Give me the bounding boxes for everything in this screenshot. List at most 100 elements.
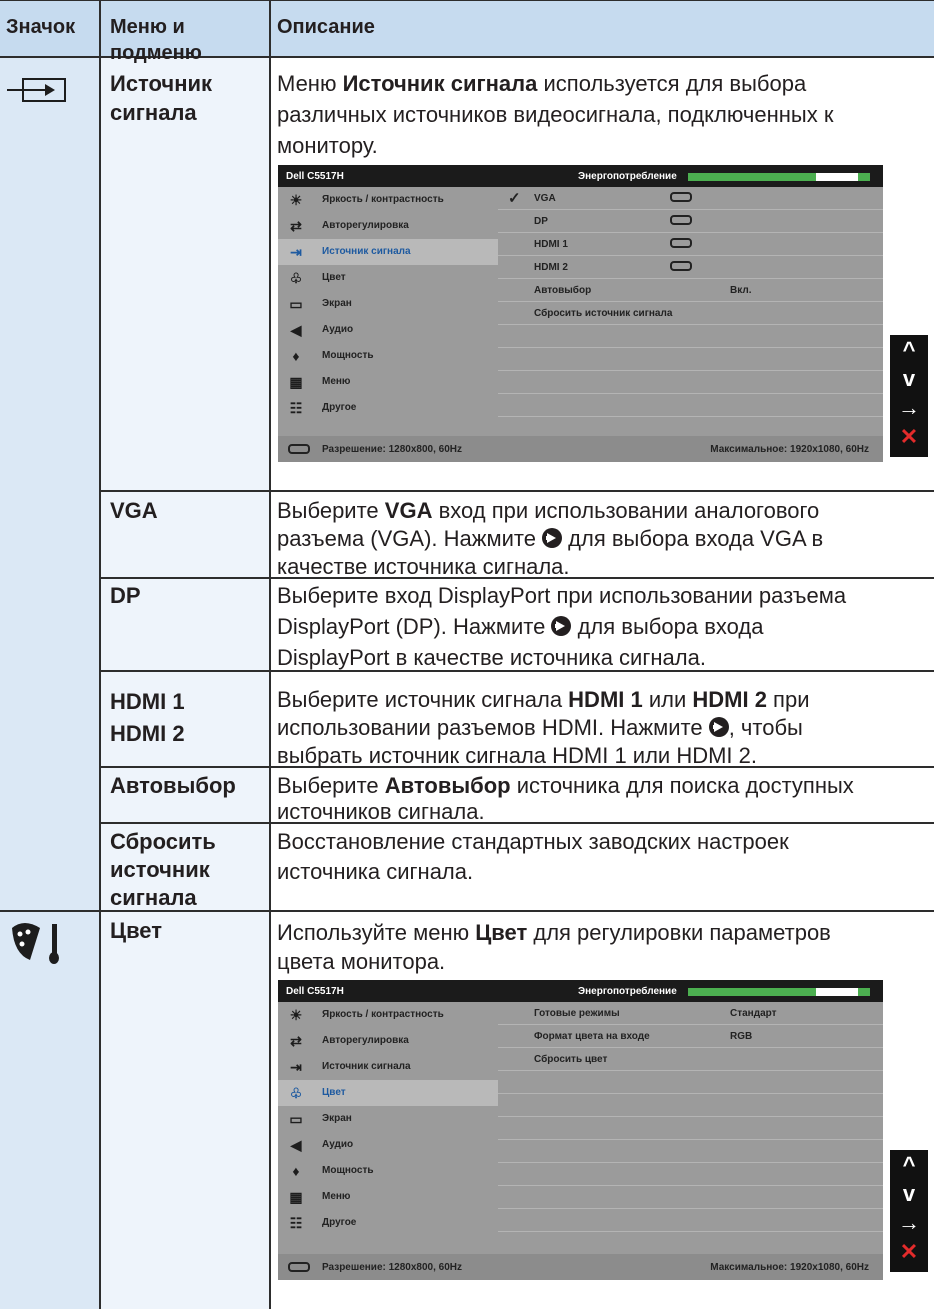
osd-option-color-format[interactable]: Формат цвета на входе RGB	[498, 1025, 883, 1048]
osd-title-bar: Dell C5517H Энергопотребление	[278, 980, 883, 1002]
hdmi-connector-icon	[670, 261, 692, 271]
source-description-3: монитору.	[277, 133, 378, 158]
audio-icon: ◀	[290, 1137, 302, 1153]
osd-empty-row	[498, 1209, 883, 1232]
dp-description: Выберите вход DisplayPort при использова…	[277, 583, 847, 608]
osd-menu-item[interactable]: ♧ Цвет	[278, 265, 498, 291]
osd-menu-item-selected[interactable]: ♧ Цвет	[278, 1080, 498, 1106]
osd-empty-row	[498, 325, 883, 348]
menu-hdmi1-label: HDMI 1	[110, 689, 185, 714]
menu-source-label: Источник	[110, 71, 213, 96]
osd-menu-item[interactable]: ▦ Меню	[278, 1184, 498, 1210]
hdmi-description: Выберите источник сигнала HDMI 1 или HDM…	[277, 687, 810, 712]
osd-menu-item[interactable]: ⇄ Авторегулировка	[278, 213, 498, 239]
osd-empty-row	[498, 394, 883, 417]
osd-empty-row	[498, 1071, 883, 1094]
enter-icon[interactable]: →	[890, 393, 928, 422]
osd-empty-row	[498, 1117, 883, 1140]
dp-description-3: DisplayPort в качестве источника сигнала…	[277, 645, 706, 670]
input-source-icon: ⇥	[290, 1059, 302, 1075]
osd-option-reset-color[interactable]: Сбросить цвет	[498, 1048, 883, 1071]
vga-connector-icon	[670, 192, 692, 202]
osd-option-dp[interactable]: DP	[498, 210, 883, 233]
osd-menu-item[interactable]: ♦ Мощность	[278, 1158, 498, 1184]
color-icon	[12, 923, 59, 964]
color-description: Используйте меню Цвет для регулировки па…	[277, 920, 831, 945]
osd-option-reset[interactable]: Сбросить источник сигнала	[498, 302, 883, 325]
osd-resolution: Разрешение: 1280x800, 60Hz	[322, 1262, 463, 1273]
osd-empty-row	[498, 1140, 883, 1163]
menu-source-label-2: сигнала	[110, 100, 197, 125]
auto-description-2: источников сигнала.	[277, 799, 485, 824]
brightness-icon: ☀	[289, 1007, 303, 1023]
input-source-icon: ⇥	[290, 244, 302, 260]
up-icon[interactable]: ^	[890, 1150, 928, 1179]
enter-icon[interactable]: →	[890, 1208, 928, 1237]
osd-option-vga[interactable]: ✓ VGA	[498, 187, 883, 210]
osd-menu-item[interactable]: ⇄ Авторегулировка	[278, 1028, 498, 1054]
menu-auto-label: Автовыбор	[110, 773, 236, 798]
osd-energy-label: Энергопотребление	[578, 171, 677, 182]
osd-model: Dell C5517H	[286, 986, 344, 997]
osd-menu-item[interactable]: ☷ Другое	[278, 1210, 498, 1236]
osd-energy-label: Энергопотребление	[578, 986, 677, 997]
osd-empty-row	[498, 1186, 883, 1209]
energy-bar	[688, 988, 870, 996]
osd-submenu: ✓ VGA DP HDMI 1 HDMI 2 Автовыбор Вкл. Сбро…	[498, 187, 883, 417]
arrow-right-circle-icon	[708, 717, 729, 737]
other-icon: ☷	[289, 1215, 303, 1231]
header-menu-label: Меню и	[110, 16, 185, 38]
osd-menu-item[interactable]: ☷ Другое	[278, 395, 498, 421]
dp-description-2: DisplayPort (DP). Нажмите для выбора вхо…	[277, 614, 764, 639]
vga-description-3: качестве источника сигнала.	[277, 554, 570, 579]
header-icon-label: Значок	[6, 16, 76, 38]
energy-bar	[688, 173, 870, 181]
hdmi-connector-icon	[670, 238, 692, 248]
osd-option-preset-modes[interactable]: Готовые режимы Стандарт	[498, 1002, 883, 1025]
header-menu-label-2: подменю	[110, 42, 202, 64]
osd-empty-row	[498, 348, 883, 371]
osd-menu-item-selected[interactable]: ⇥ Источник сигнала	[278, 239, 498, 265]
osd-menu-item[interactable]: ◀ Аудио	[278, 1132, 498, 1158]
brightness-icon: ☀	[289, 192, 303, 208]
menu-reset-label: Сбросить	[110, 829, 216, 854]
osd-submenu: Готовые режимы Стандарт Формат цвета на в…	[498, 1002, 883, 1232]
vga-description-2: разъема (VGA). Нажмите для выбора входа …	[277, 526, 824, 551]
osd-option-auto[interactable]: Автовыбор Вкл.	[498, 279, 883, 302]
osd-nav-buttons: ^ v → ✕	[890, 1150, 928, 1272]
power-icon: ♦	[292, 348, 300, 364]
hdmi-description-3: выбрать источник сигнала HDMI 1 или HDMI…	[277, 743, 758, 768]
osd-nav-buttons: ^ v → ✕	[890, 335, 928, 457]
close-icon[interactable]: ✕	[890, 1237, 928, 1266]
dp-connector-icon	[670, 215, 692, 225]
color-description-2: цвета монитора.	[277, 949, 446, 974]
osd-menu-item[interactable]: ♦ Мощность	[278, 343, 498, 369]
osd-input-source: Dell C5517H Энергопотребление ☀ Яркость /…	[278, 165, 883, 462]
down-icon[interactable]: v	[890, 1179, 928, 1208]
osd-title-bar: Dell C5517H Энергопотребление	[278, 165, 883, 187]
menu-color-label: Цвет	[110, 918, 163, 943]
osd-menu-item[interactable]: ⇥ Источник сигнала	[278, 1054, 498, 1080]
up-icon[interactable]: ^	[890, 335, 928, 364]
osd-menu-item[interactable]: ☀ Яркость / контрастность	[278, 1002, 498, 1028]
header-description-label: Описание	[277, 16, 375, 38]
icon-column-bg	[0, 56, 100, 1309]
osd-menu-item[interactable]: ☀ Яркость / контрастность	[278, 187, 498, 213]
menu-vga-label: VGA	[110, 498, 158, 523]
osd-max-resolution: Максимальное: 1920x1080, 60Hz	[710, 1262, 869, 1273]
down-icon[interactable]: v	[890, 364, 928, 393]
auto-adjust-icon: ⇄	[290, 1033, 302, 1049]
osd-menu-item[interactable]: ◀ Аудио	[278, 317, 498, 343]
reset-description: Восстановление стандартных заводских нас…	[277, 829, 789, 854]
vga-description: Выберите VGA вход при использовании анал…	[277, 498, 820, 523]
menu-icon: ▦	[289, 1189, 303, 1205]
osd-menu-item[interactable]: ▦ Меню	[278, 369, 498, 395]
close-icon[interactable]: ✕	[890, 422, 928, 451]
osd-menu-item[interactable]: ▭ Экран	[278, 291, 498, 317]
osd-option-hdmi1[interactable]: HDMI 1	[498, 233, 883, 256]
osd-option-hdmi2[interactable]: HDMI 2	[498, 256, 883, 279]
display-icon: ▭	[289, 296, 303, 312]
checkmark-icon: ✓	[508, 190, 521, 207]
rule	[0, 0, 934, 1]
osd-menu-item[interactable]: ▭ Экран	[278, 1106, 498, 1132]
